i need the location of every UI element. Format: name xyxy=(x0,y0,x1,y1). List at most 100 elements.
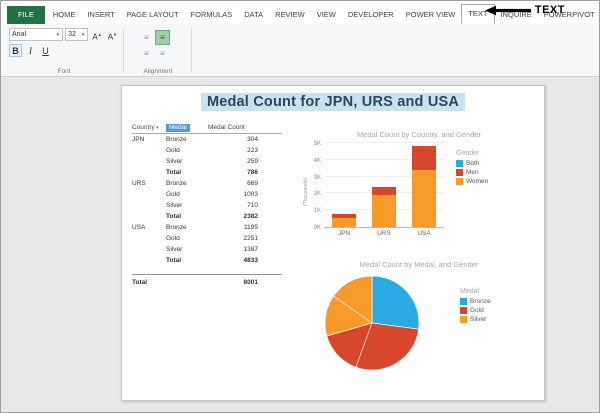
align-left-icon[interactable]: ≡ xyxy=(155,46,170,61)
x-category-label: USA xyxy=(417,230,431,237)
legend-label: Bronze xyxy=(470,298,491,305)
table-header: Country ▾ Medal Medal Count xyxy=(132,124,282,134)
pie-chart-title: Medal Count by Medal, and Gender xyxy=(359,260,479,269)
align-bottom-icon[interactable]: ≡ xyxy=(139,46,154,61)
tab-developer[interactable]: DEVELOPER xyxy=(342,6,400,24)
table-row[interactable]: USA Bronze 1195 xyxy=(132,222,282,233)
tab-view[interactable]: VIEW xyxy=(311,6,342,24)
table-row[interactable]: Gold 1003 xyxy=(132,189,282,200)
table-cell: Bronze xyxy=(166,180,187,187)
bold-button[interactable]: B xyxy=(9,44,22,57)
y-axis-title: (Thousands) xyxy=(303,177,309,206)
chevron-down-icon: ▼ xyxy=(80,32,86,37)
bar-segment-jpn-men[interactable] xyxy=(332,213,356,218)
align-middle-icon[interactable]: ≡ xyxy=(155,30,170,45)
legend-item-gold[interactable]: Gold xyxy=(460,307,491,314)
legend-label: Gold xyxy=(470,307,484,314)
report-title: Medal Count for JPN, URS and USA xyxy=(122,93,544,111)
bar-segment-urs-men[interactable] xyxy=(372,187,396,196)
table-cell: 1387 xyxy=(243,246,258,253)
legend-label: Women xyxy=(466,178,489,185)
tab-insert[interactable]: INSERT xyxy=(81,6,120,24)
bar-legend-items: Both Men Women xyxy=(456,160,488,185)
pie-legend-items: Bronze Gold Silver xyxy=(460,298,491,323)
bar-y-axis: 0K 1K 2K 3K 4K 5K xyxy=(308,141,324,231)
gridline xyxy=(324,142,444,143)
tab-file[interactable]: FILE xyxy=(7,6,45,24)
group-separator xyxy=(191,28,192,72)
tab-page-layout[interactable]: PAGE LAYOUT xyxy=(121,6,185,24)
pie-legend: Medal Bronze Gold Silver xyxy=(460,282,491,325)
table-row[interactable]: Gold 2251 xyxy=(132,233,282,244)
x-category-label: JPN xyxy=(337,230,351,237)
alignment-group-label: Alignment xyxy=(143,68,173,75)
table-total-row[interactable]: Total 786 xyxy=(132,167,282,178)
increase-font-size-button[interactable]: A▲ xyxy=(90,28,103,42)
report-title-text[interactable]: Medal Count for JPN, URS and USA xyxy=(200,93,466,111)
table-row[interactable]: URS Bronze 669 xyxy=(132,178,282,189)
table-cell: Silver xyxy=(166,158,183,165)
column-header-country[interactable]: Country ▾ xyxy=(132,124,166,131)
legend-swatch-icon xyxy=(460,307,467,314)
bar-segment-usa-women[interactable] xyxy=(412,169,436,227)
pie-svg xyxy=(324,275,420,371)
font-group: Arial ▼ 32 ▼ A▲ A▼ B I U Font xyxy=(5,24,123,76)
legend-swatch-icon xyxy=(456,169,463,176)
y-tick-label: 5K xyxy=(313,141,321,147)
table-total-row[interactable]: Total 2382 xyxy=(132,211,282,222)
table-cell: 1003 xyxy=(243,191,258,198)
excel-window: FILE HOME INSERT PAGE LAYOUT FORMULAS DATA REV… xyxy=(0,0,600,413)
tab-data[interactable]: DATA xyxy=(238,6,269,24)
font-size-combo[interactable]: 32 ▼ xyxy=(65,28,89,41)
table-total-row[interactable]: Total 4833 xyxy=(132,255,282,266)
tab-power-view[interactable]: POWER VIEW xyxy=(400,6,462,24)
table-body: JPN Bronze 304 Gold 223 Silver 259 Total 786 URS B… xyxy=(132,134,282,266)
tab-review[interactable]: REVIEW xyxy=(269,6,311,24)
legend-item-women[interactable]: Women xyxy=(456,178,488,185)
grand-total-label: Total xyxy=(132,279,148,286)
pie-slice-bronze[interactable] xyxy=(371,275,420,330)
table-cell: 223 xyxy=(247,147,258,154)
italic-button[interactable]: I xyxy=(24,44,37,57)
table-row[interactable]: Silver 259 xyxy=(132,156,282,167)
tab-home[interactable]: HOME xyxy=(47,6,82,24)
table-cell: 1195 xyxy=(244,224,258,231)
filter-dropdown-icon[interactable]: ▾ xyxy=(155,125,159,131)
bar-segment-usa-men[interactable] xyxy=(412,145,436,170)
align-top-icon[interactable]: ≡ xyxy=(139,30,154,45)
power-view-report: Medal Count for JPN, URS and USA Country… xyxy=(121,85,545,401)
bar-categories: JPN URS USA xyxy=(324,228,444,239)
underline-button[interactable]: U xyxy=(39,44,52,57)
bar-chart[interactable]: Medal Count by Country, and Gender (Thou… xyxy=(298,130,540,242)
pie-chart[interactable]: Medal Count by Medal, and Gender Medal B… xyxy=(298,260,540,400)
table-cell: Gold xyxy=(166,147,180,154)
table-cell: 259 xyxy=(247,158,258,165)
table-row[interactable]: Silver 1387 xyxy=(132,244,282,255)
group-separator xyxy=(123,28,124,72)
legend-item-silver[interactable]: Silver xyxy=(460,316,491,323)
bar-plot xyxy=(324,142,444,228)
chevron-down-icon: ▼ xyxy=(55,32,61,37)
table-cell: 710 xyxy=(247,202,258,209)
table-row[interactable]: Silver 710 xyxy=(132,200,282,211)
bar-segment-urs-women[interactable] xyxy=(372,195,396,227)
bar-segment-jpn-women[interactable] xyxy=(332,217,356,227)
font-name-combo[interactable]: Arial ▼ xyxy=(9,28,64,41)
table-cell: URS xyxy=(132,180,146,187)
legend-swatch-icon xyxy=(456,178,463,185)
table-cell: 2251 xyxy=(243,235,258,242)
legend-item-men[interactable]: Men xyxy=(456,169,488,176)
table-row[interactable]: JPN Bronze 304 xyxy=(132,134,282,145)
y-tick-label: 0K xyxy=(313,225,321,231)
legend-item-bronze[interactable]: Bronze xyxy=(460,298,491,305)
table-cell: 786 xyxy=(247,169,258,176)
table-cell: Gold xyxy=(166,235,180,242)
decrease-font-size-button[interactable]: A▼ xyxy=(106,28,119,42)
tab-formulas[interactable]: FORMULAS xyxy=(185,6,239,24)
table-cell: Silver xyxy=(166,246,183,253)
column-header-medal-count[interactable]: Medal Count xyxy=(208,124,272,131)
legend-item-both[interactable]: Both xyxy=(456,160,488,167)
column-header-medal[interactable]: Medal xyxy=(166,124,208,132)
table-row[interactable]: Gold 223 xyxy=(132,145,282,156)
y-tick-label: 3K xyxy=(313,174,321,181)
